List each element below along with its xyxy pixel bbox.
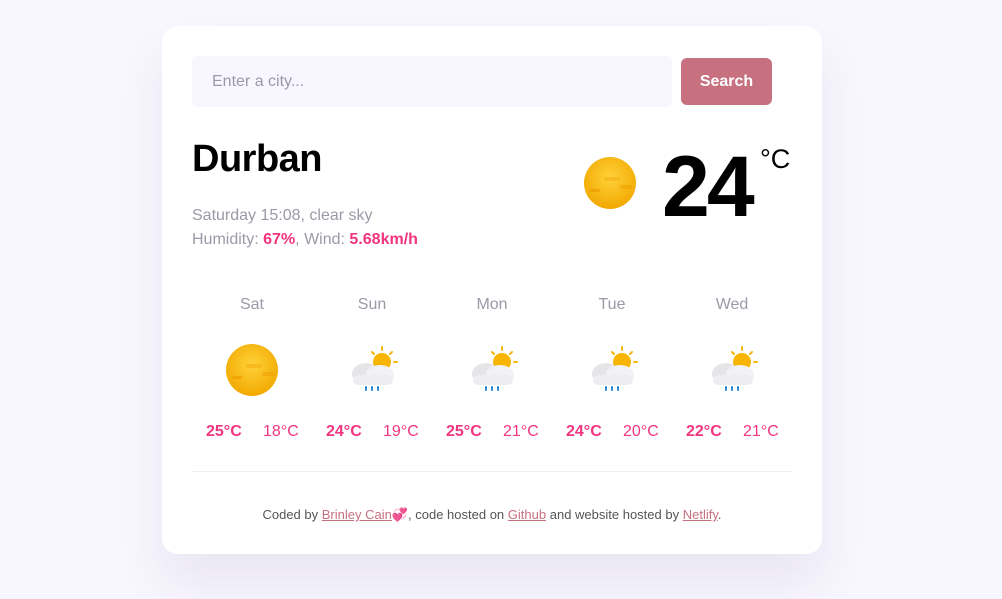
weather-details: Saturday 15:08, clear sky Humidity: 67%,… (192, 204, 418, 252)
rain-sun-icon (584, 342, 640, 398)
forecast-day-name: Sun (357, 296, 387, 313)
clear-sky-icon (224, 342, 280, 398)
weather-card: Search Durban Saturday 15:08, clear sky … (162, 26, 822, 554)
footer-hosted-on: , code hosted on (408, 507, 505, 522)
footer-coded-by: Coded by (262, 507, 319, 522)
weather-description: clear sky (309, 207, 373, 224)
forecast-day-name: Tue (598, 296, 626, 313)
footer-divider (192, 471, 792, 472)
datetime-description: Saturday 15:08, clear sky (192, 207, 373, 224)
city-search-input[interactable] (192, 56, 672, 107)
forecast-min-temp: 20°C (623, 423, 659, 440)
humidity-label: Humidity: (192, 231, 259, 248)
heart-icon: 💞 (391, 507, 409, 522)
forecast-day: Mon 25°C 21°C (432, 294, 552, 454)
author-link[interactable]: Brinley Cain (322, 507, 392, 522)
forecast-min-temp: 21°C (503, 423, 539, 440)
forecast-min-temp: 18°C (263, 423, 299, 440)
rain-sun-icon (344, 342, 400, 398)
current-temperature: 24 (662, 139, 755, 235)
forecast-day: Sun 24°C 19°C (312, 294, 432, 454)
clear-sky-icon (582, 155, 638, 211)
forecast-max-temp: 22°C (686, 423, 722, 440)
github-link[interactable]: Github (508, 507, 546, 522)
search-button[interactable]: Search (681, 58, 772, 105)
footer: Coded by Brinley Cain💞, code hosted on G… (162, 507, 822, 523)
netlify-link[interactable]: Netlify (683, 507, 718, 522)
forecast-day-name: Sat (239, 296, 264, 313)
forecast-day-name: Mon (476, 296, 508, 313)
forecast-max-temp: 24°C (326, 423, 362, 440)
forecast-day: Tue 24°C 20°C (552, 294, 672, 454)
footer-website-hosted-by: and website hosted by (549, 507, 680, 522)
forecast-day: Wed 22°C 21°C (672, 294, 792, 454)
forecast-max-temp: 25°C (206, 423, 242, 440)
humidity-wind: Humidity: 67%, Wind: 5.68km/h (192, 231, 418, 248)
forecast-max-temp: 25°C (446, 423, 482, 440)
rain-sun-icon (704, 342, 760, 398)
search-form: Search (192, 56, 772, 107)
forecast-list: Sat 25°C 18°C Sun 24°C 19°C Mon 25°C 21°… (192, 294, 792, 454)
wind-label: Wind: (304, 231, 345, 248)
forecast-max-temp: 24°C (566, 423, 602, 440)
wind-value: 5.68km/h (349, 231, 418, 248)
rain-sun-icon (464, 342, 520, 398)
temperature-unit[interactable]: °C (760, 144, 790, 175)
forecast-min-temp: 19°C (383, 423, 419, 440)
humidity-value: 67% (263, 231, 296, 248)
forecast-min-temp: 21°C (743, 423, 779, 440)
forecast-day: Sat 25°C 18°C (192, 294, 312, 454)
footer-end: . (717, 507, 722, 522)
city-name: Durban (192, 138, 323, 180)
datetime: Saturday 15:08 (192, 207, 301, 224)
forecast-day-name: Wed (715, 296, 749, 313)
